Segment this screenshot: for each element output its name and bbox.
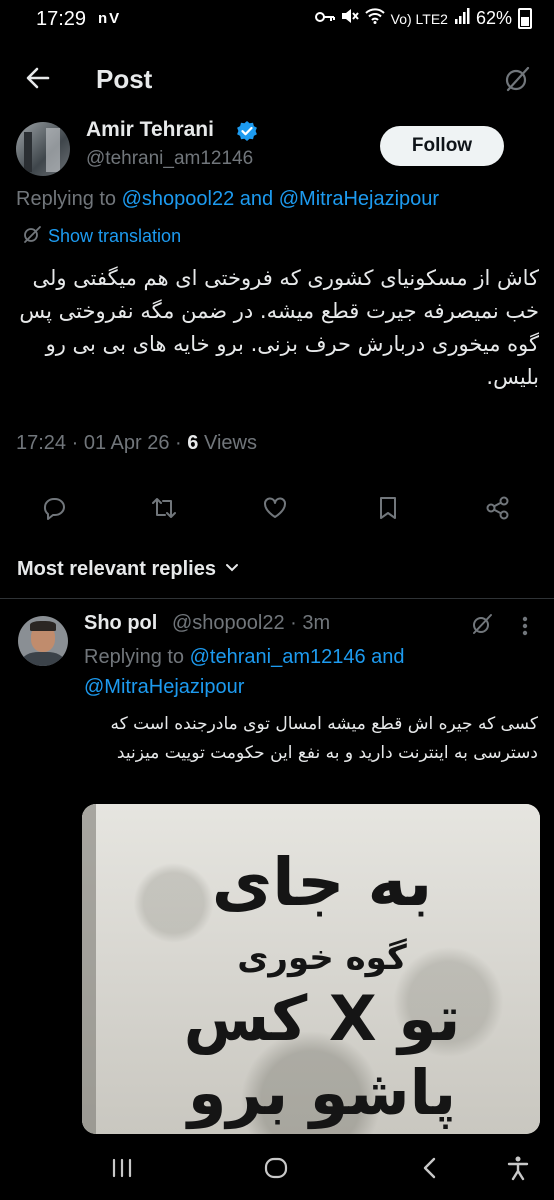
replying-user-link[interactable]: @MitraHejazipour <box>84 676 244 698</box>
replying-to: Replying to @shopool22 and @MitraHejazip… <box>16 188 439 211</box>
grok-icon <box>22 224 42 249</box>
reply-text: کسی که جیره اش قطع میشه امسال توی مادرجن… <box>110 714 538 763</box>
more-options-icon[interactable] <box>514 614 536 638</box>
accessibility-icon[interactable] <box>504 1154 532 1182</box>
page-title: Post <box>96 64 153 94</box>
mute-icon <box>341 8 359 29</box>
replying-user-link[interactable]: @tehrani_am12146 <box>190 646 366 668</box>
show-translation-button[interactable]: Show translation <box>22 224 181 249</box>
author-avatar[interactable] <box>16 122 70 176</box>
show-translation-label: Show translation <box>48 226 182 246</box>
battery-percent: 62% <box>475 8 512 28</box>
back-arrow-icon[interactable] <box>22 62 54 94</box>
graffiti-text: تو X کس <box>183 982 461 1055</box>
recent-apps-icon[interactable] <box>108 1154 136 1182</box>
tweet-meta: 17:24 · 01 Apr 26 · 6 Views <box>16 432 257 454</box>
chevron-down-icon <box>224 558 240 581</box>
tweet-text: کاش از مسکونیای کشوری که فروختی ای هم می… <box>19 266 539 389</box>
replying-user-link[interactable]: @shopool22 <box>122 188 235 210</box>
reply-icon[interactable] <box>40 494 68 522</box>
reply-avatar[interactable] <box>18 616 68 666</box>
key-icon <box>314 8 335 29</box>
graffiti-text: گوه خوری <box>237 938 407 978</box>
network-label: Vo) LTE2 <box>390 10 448 27</box>
author-name[interactable]: Amir Tehrani <box>86 118 214 142</box>
top-app-bar: Post <box>0 52 554 108</box>
views-count: 6 <box>187 432 199 454</box>
status-bar: 17:29 nV Vo) LTE2 62% <box>0 0 554 40</box>
status-notification-icons: nV <box>98 10 122 27</box>
grok-icon[interactable] <box>470 612 494 636</box>
replies-sort-dropdown[interactable]: Most relevant replies <box>17 558 240 581</box>
share-icon[interactable] <box>484 494 512 522</box>
home-icon[interactable] <box>262 1154 290 1182</box>
tweet-actions <box>0 494 554 524</box>
graffiti-text: پاشو برو <box>187 1056 457 1129</box>
verified-badge-icon <box>236 120 258 142</box>
grok-icon[interactable] <box>502 64 532 94</box>
reply-author-handle[interactable]: @shopool22 · 3m <box>172 612 330 635</box>
views-label: Views <box>203 432 257 454</box>
replying-and[interactable]: and <box>371 646 404 668</box>
replies-sort-label: Most relevant replies <box>17 558 216 580</box>
bookmark-icon[interactable] <box>374 494 402 522</box>
author-handle[interactable]: @tehrani_am12146 <box>86 148 253 170</box>
reply-replying-to: Replying to @tehrani_am12146 and @MitraH… <box>84 642 504 702</box>
back-icon[interactable] <box>416 1154 444 1182</box>
system-nav-bar <box>0 1134 554 1200</box>
tweet-header: Amir Tehrani @tehrani_am12146 Follow <box>0 118 554 184</box>
reply-author-name[interactable]: Sho pol <box>84 612 157 635</box>
like-icon[interactable] <box>261 494 289 522</box>
wifi-icon <box>364 8 385 29</box>
replying-prefix: Replying to <box>16 188 117 210</box>
replying-user-link[interactable]: @MitraHejazipour <box>279 188 439 210</box>
repost-icon[interactable] <box>150 494 178 522</box>
status-right-icons: Vo) LTE2 62% <box>314 8 532 29</box>
reply-media-image[interactable]: به جای گوه خوری تو X کس پاشو برو <box>82 804 540 1134</box>
divider <box>0 598 554 599</box>
tweet-time[interactable]: 17:24 <box>16 432 66 454</box>
status-time: 17:29 <box>36 8 87 30</box>
battery-icon <box>518 8 532 29</box>
graffiti-text: به جای <box>211 844 433 921</box>
tweet-date[interactable]: 01 Apr 26 <box>84 432 170 454</box>
signal-icon <box>454 8 470 29</box>
follow-button[interactable]: Follow <box>380 126 504 166</box>
replying-prefix: Replying to <box>84 646 185 668</box>
replying-and[interactable]: and <box>240 188 273 210</box>
